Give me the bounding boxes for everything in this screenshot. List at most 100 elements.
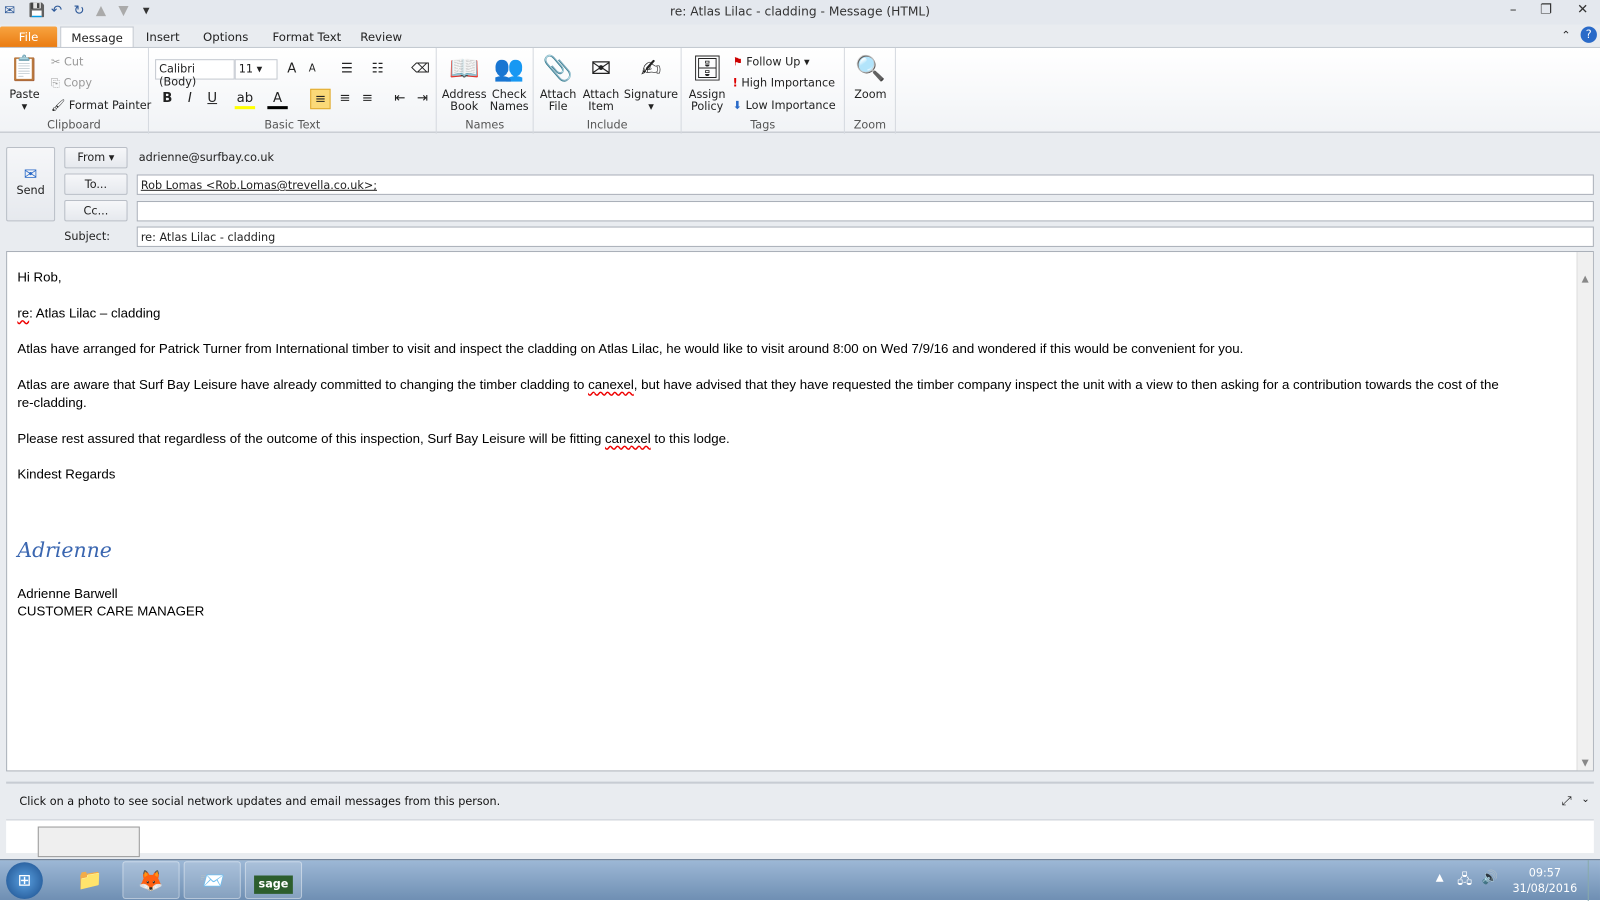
ribbon: 📋 Paste ▾ ✂ Cut ⎘ Copy 🖌 Format Painter Cl… xyxy=(0,46,1600,134)
format-painter-button[interactable]: 🖌 Format Painter xyxy=(51,99,151,112)
subject-field[interactable]: re: Atlas Lilac - cladding xyxy=(136,226,1594,247)
to-field[interactable]: Rob Lomas <Rob.Lomas@trevella.co.uk>; xyxy=(136,174,1594,195)
sage-taskbar-icon[interactable]: sage xyxy=(244,861,303,899)
check-names-button[interactable]: 👥 Check Names xyxy=(488,52,531,113)
follow-up-button[interactable]: ⚑ Follow Up ▾ xyxy=(733,55,810,68)
paste-label: Paste xyxy=(9,87,40,102)
paragraph-2-cont: re-cladding. xyxy=(17,394,87,411)
volume-icon[interactable]: 🔊 xyxy=(1482,870,1499,885)
copy-label: Copy xyxy=(63,76,93,90)
align-left-icon[interactable]: ≡ xyxy=(310,88,331,110)
from-value: adrienne@surfbay.co.uk xyxy=(138,151,274,165)
tab-options[interactable]: Options xyxy=(193,27,259,48)
grow-font-icon[interactable]: A xyxy=(282,59,302,79)
scroll-up-icon[interactable]: ▲ xyxy=(1578,274,1593,284)
clock-date: 31/08/2016 xyxy=(1512,881,1578,895)
copy-button[interactable]: ⎘ Copy xyxy=(51,77,92,91)
paragraph-1: Atlas have arranged for Patrick Turner f… xyxy=(17,340,1244,357)
zoom-group: 🔍 Zoom Zoom xyxy=(845,47,896,134)
minimize-button[interactable]: – xyxy=(1498,2,1529,17)
from-button[interactable]: From ▾ xyxy=(64,146,128,169)
assign-policy-label: Assign Policy xyxy=(688,87,726,114)
tab-format-text[interactable]: Format Text xyxy=(262,27,351,48)
re-line: re: Atlas Lilac – cladding xyxy=(17,305,160,320)
minimize-ribbon-icon[interactable]: ⌃ xyxy=(1561,29,1570,42)
bold-icon[interactable]: B xyxy=(157,89,177,109)
taskbar: ⊞ 📁 🦊 📨 sage ▲ 🖧 🔊 09:57 31/08/2016 xyxy=(0,859,1600,901)
firefox-taskbar-icon[interactable]: 🦊 xyxy=(122,861,180,899)
font-value: Calibri (Body) xyxy=(159,62,197,89)
signature-script: Adrienne xyxy=(17,537,112,563)
flag-icon: ⚑ xyxy=(732,55,743,69)
explorer-taskbar-icon[interactable]: 📁 xyxy=(61,861,118,899)
attach-item-button[interactable]: ✉ Attach Item xyxy=(581,52,622,113)
restore-button[interactable]: ❐ xyxy=(1531,2,1562,17)
font-color-icon[interactable]: A xyxy=(267,89,288,110)
p3-a: Please rest assured that regardless of t… xyxy=(17,430,606,446)
people-pane-text: Click on a photo to see social network u… xyxy=(19,794,501,809)
zoom-button[interactable]: 🔍 Zoom xyxy=(849,52,892,101)
highlight-icon[interactable]: ab xyxy=(234,89,256,110)
cut-button[interactable]: ✂ Cut xyxy=(51,55,83,68)
close-button[interactable]: ✕ xyxy=(1567,2,1598,17)
tab-review[interactable]: Review xyxy=(350,27,412,48)
p2-b: , but have advised that they have reques… xyxy=(633,376,1499,392)
vertical-scrollbar[interactable]: ▲ ▼ xyxy=(1576,252,1593,771)
paperclip-icon: 📎 xyxy=(542,54,574,83)
font-size-select[interactable]: 11 ▾ xyxy=(234,59,278,80)
address-book-button[interactable]: 📖 Address Book xyxy=(441,52,488,113)
send-button[interactable]: ✉ Send xyxy=(6,146,56,222)
bullets-icon[interactable]: ☰ xyxy=(337,59,357,79)
network-icon[interactable]: 🖧 xyxy=(1457,870,1472,892)
align-right-icon[interactable]: ≡ xyxy=(357,89,377,109)
start-button[interactable]: ⊞ xyxy=(6,862,43,899)
greeting: Hi Rob, xyxy=(17,269,62,285)
scroll-down-icon[interactable]: ▼ xyxy=(1578,758,1593,768)
low-importance-button[interactable]: ⬇ Low Importance xyxy=(733,99,836,112)
styles-icon[interactable]: ⌫ xyxy=(410,59,430,79)
align-center-icon[interactable]: ≡ xyxy=(335,89,355,109)
tab-file[interactable]: File xyxy=(0,26,58,48)
tags-label: Tags xyxy=(750,118,776,132)
expand-icon[interactable]: ⤢ xyxy=(1562,794,1572,809)
paste-button[interactable]: 📋 Paste ▾ xyxy=(4,52,45,113)
policy-icon: 🗄 xyxy=(691,54,723,83)
address-book-label: Address Book xyxy=(441,87,487,114)
show-hidden-icons[interactable]: ▲ xyxy=(1436,872,1444,883)
clock-time: 09:57 xyxy=(1528,866,1562,880)
contact-photo[interactable] xyxy=(37,826,140,858)
underline-icon[interactable]: U xyxy=(202,89,222,109)
clipboard-group: 📋 Paste ▾ ✂ Cut ⎘ Copy 🖌 Format Painter Cl… xyxy=(0,47,151,134)
cc-button[interactable]: Cc... xyxy=(64,199,128,222)
people-pane: Click on a photo to see social network u… xyxy=(6,781,1594,858)
italic-icon[interactable]: I xyxy=(180,89,200,109)
signature-button[interactable]: ✍ Signature ▾ xyxy=(623,52,678,113)
increase-indent-icon[interactable]: ⇥ xyxy=(412,89,432,109)
assign-policy-button[interactable]: 🗄 Assign Policy xyxy=(686,52,729,113)
high-importance-button[interactable]: ! High Importance xyxy=(733,77,835,90)
names-label: Names xyxy=(465,118,505,132)
attach-file-button[interactable]: 📎 Attach File xyxy=(540,52,577,113)
font-select[interactable]: Calibri (Body) xyxy=(155,59,235,89)
outlook-taskbar-icon[interactable]: 📨 xyxy=(183,861,241,899)
tab-insert[interactable]: Insert xyxy=(136,27,190,48)
to-value: Rob Lomas <Rob.Lomas@trevella.co.uk>; xyxy=(140,178,378,192)
clock[interactable]: 09:57 31/08/2016 xyxy=(1508,865,1581,896)
p3-b: to this lodge. xyxy=(650,430,730,446)
tab-message[interactable]: Message xyxy=(60,26,135,48)
re-prefix: re xyxy=(17,305,30,321)
basic-text-group: Calibri (Body) 11 ▾ A A ☰ ☷ ⌫ B I U ab A… xyxy=(149,47,437,134)
help-icon[interactable]: ? xyxy=(1580,26,1597,43)
collapse-icon[interactable]: ⌄ xyxy=(1581,794,1590,805)
format-painter-label: Format Painter xyxy=(68,98,152,113)
zoom-label: Zoom xyxy=(853,118,887,132)
cc-field[interactable] xyxy=(136,201,1594,222)
show-desktop-button[interactable] xyxy=(1587,860,1600,901)
numbering-icon[interactable]: ☷ xyxy=(367,59,387,79)
to-button[interactable]: To... xyxy=(64,173,128,195)
p2-canexel: canexel xyxy=(588,376,634,392)
message-body[interactable]: Hi Rob, re: Atlas Lilac – cladding Atlas… xyxy=(6,251,1594,772)
shrink-font-icon[interactable]: A xyxy=(302,59,322,79)
ribbon-tabs: File Message Insert Options Format Text … xyxy=(0,24,1600,48)
decrease-indent-icon[interactable]: ⇤ xyxy=(390,89,410,109)
